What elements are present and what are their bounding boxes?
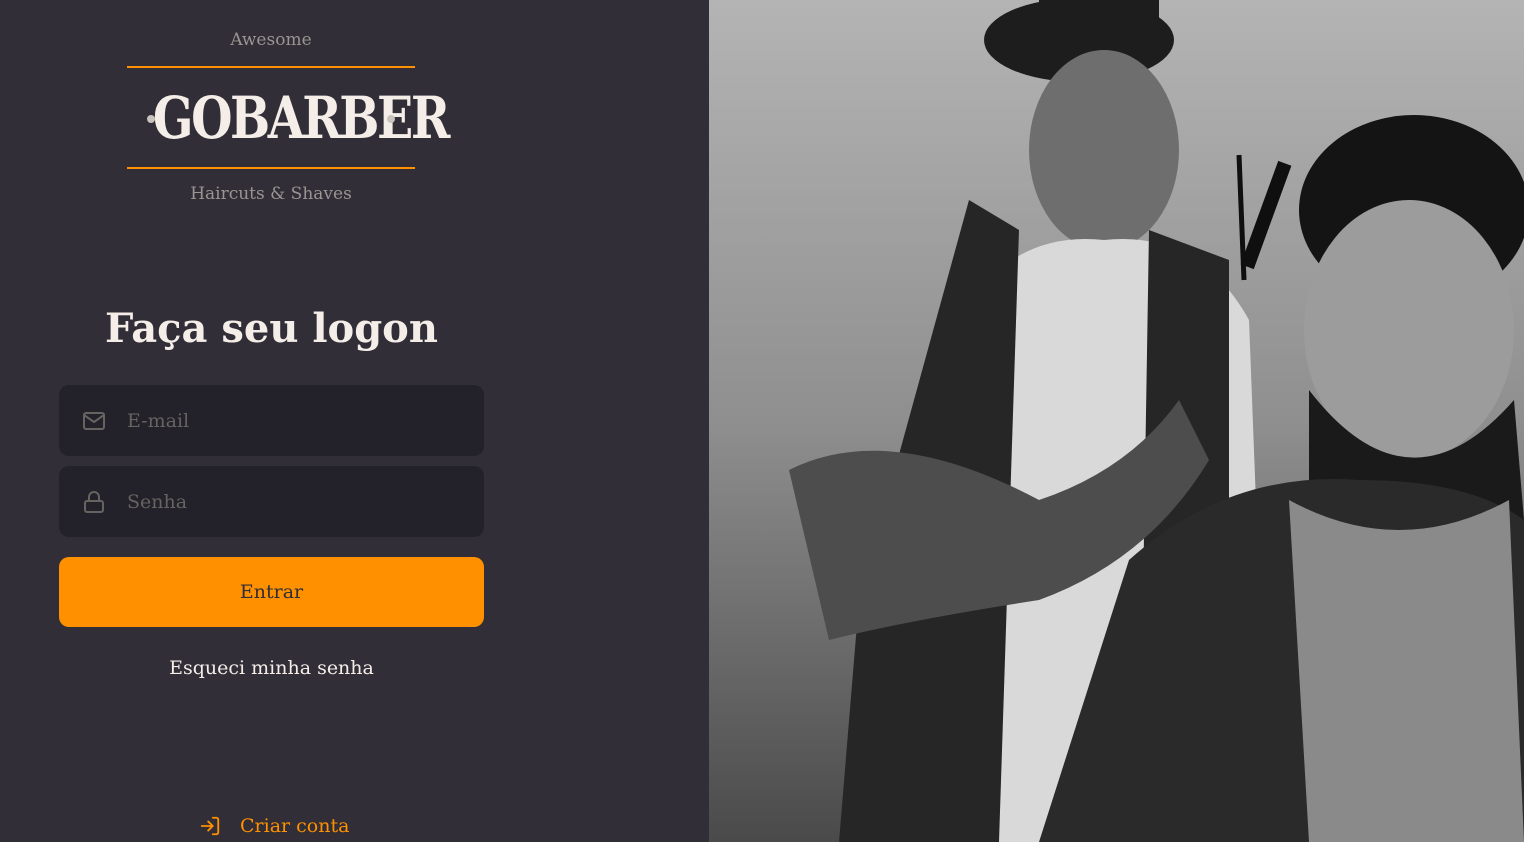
logo-tagline-bottom: Haircuts & Shaves: [190, 184, 352, 204]
gobarber-logo: Awesome GOBARBER Haircuts & Shaves: [127, 26, 450, 216]
forgot-password-link[interactable]: Esqueci minha senha: [59, 657, 484, 679]
login-button[interactable]: Entrar: [59, 557, 484, 627]
barber-photo-illustration: [709, 0, 1524, 842]
log-in-icon: [199, 815, 221, 837]
logo-brand-block: GOBARBER: [127, 78, 450, 158]
logo-divider-top: [127, 66, 415, 68]
password-input[interactable]: [127, 466, 467, 537]
logo-divider-bottom: [127, 167, 415, 169]
logo-tagline-top: Awesome: [230, 30, 312, 50]
logo-dot-right: [387, 115, 395, 123]
mail-icon: [82, 409, 106, 433]
password-field[interactable]: [59, 466, 484, 537]
logo-brand-name: GOBARBER: [152, 84, 450, 152]
page-title: Faça seu logon: [105, 305, 438, 352]
create-account-link[interactable]: Criar conta: [199, 813, 349, 839]
create-account-label: Criar conta: [240, 815, 350, 837]
email-field[interactable]: [59, 385, 484, 456]
lock-icon: [82, 490, 106, 514]
login-panel: Awesome GOBARBER Haircuts & Shaves Faça …: [0, 0, 709, 842]
background-photo: [709, 0, 1524, 842]
email-input[interactable]: [127, 385, 467, 456]
